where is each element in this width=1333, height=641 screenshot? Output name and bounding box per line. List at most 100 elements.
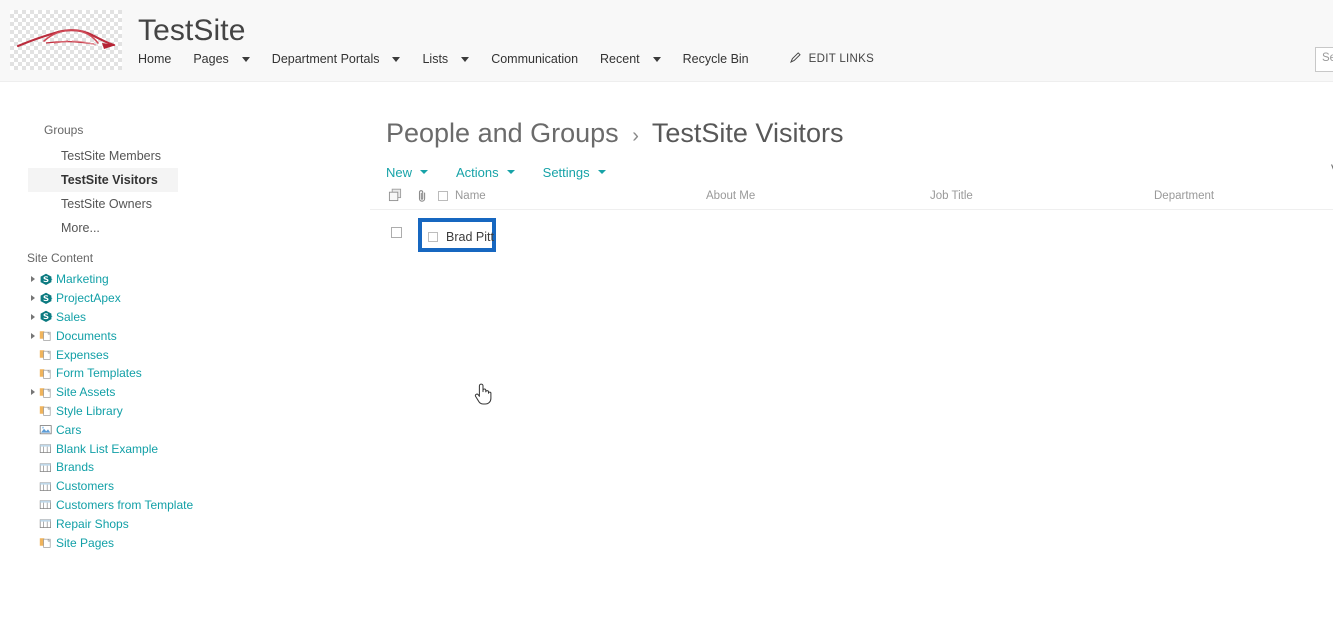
tree-item-label: Cars	[56, 422, 82, 437]
tree-item-label: Brands	[56, 460, 95, 475]
nav-item-recent[interactable]: Recent	[600, 52, 661, 66]
site-title: TestSite	[138, 14, 246, 47]
tree-item-projectapex[interactable]: ProjectApex	[27, 289, 357, 308]
nav-label: Recent	[600, 52, 640, 66]
nav-label: Communication	[491, 52, 579, 66]
list-icon	[39, 480, 55, 493]
edit-links-button[interactable]: EDIT LINKS	[789, 51, 874, 67]
sidebar-item-testsite-members[interactable]: TestSite Members	[28, 144, 178, 168]
select-all-icon[interactable]	[388, 188, 403, 206]
tree-item-cars[interactable]: Cars	[27, 420, 357, 439]
command-label: New	[386, 164, 413, 180]
groups-heading: Groups	[44, 123, 84, 137]
tree-item-documents[interactable]: Documents	[27, 326, 357, 345]
tree-item-brands[interactable]: Brands	[27, 458, 357, 477]
picture-library-icon	[39, 423, 55, 436]
main-content: People and Groups › TestSite Visitors Ne…	[370, 82, 1333, 641]
tree-item-form-templates[interactable]: Form Templates	[27, 364, 357, 383]
sharepoint-site-icon	[39, 273, 55, 286]
tree-item-customers-from-template[interactable]: Customers from Template	[27, 496, 357, 515]
page-title: People and Groups › TestSite Visitors	[386, 118, 843, 149]
command-label: Settings	[542, 164, 590, 180]
tree-item-sales[interactable]: Sales	[27, 308, 357, 327]
actions-menu-button[interactable]: Actions	[456, 165, 515, 180]
site-header: TestSite Home Pages Department Portals L…	[0, 0, 1333, 82]
tree-item-label: Repair Shops	[56, 516, 129, 531]
top-navigation: Home Pages Department Portals Lists Comm…	[138, 48, 874, 70]
sidebar-item-testsite-visitors[interactable]: TestSite Visitors	[28, 168, 178, 192]
breadcrumb-root[interactable]: People and Groups	[386, 118, 619, 148]
site-logo	[10, 10, 122, 70]
chevron-down-icon[interactable]	[392, 56, 401, 62]
car-silhouette-logo	[16, 29, 116, 49]
list-header-row: Name About Me Job Title Department	[370, 186, 1333, 210]
column-header-department[interactable]: Department	[1154, 190, 1214, 202]
tree-item-label: Form Templates	[56, 366, 142, 381]
document-library-icon	[39, 367, 55, 380]
expand-triangle-icon[interactable]	[27, 389, 39, 396]
nav-label: Home	[138, 52, 172, 66]
column-header-name[interactable]: Name	[438, 190, 486, 202]
expand-triangle-icon[interactable]	[27, 295, 39, 302]
people-list: Name About Me Job Title Department Brad …	[370, 186, 1333, 252]
tree-item-label: Site Pages	[56, 535, 115, 550]
chevron-down-icon[interactable]	[652, 56, 661, 62]
nav-label: Pages	[193, 52, 229, 66]
settings-menu-button[interactable]: Settings	[543, 165, 606, 180]
group-item-label: TestSite Members	[61, 149, 162, 163]
tree-item-customers[interactable]: Customers	[27, 477, 357, 496]
tree-item-label: Sales	[56, 309, 87, 324]
document-library-icon	[39, 348, 55, 361]
sharepoint-site-icon	[39, 310, 55, 323]
nav-item-lists[interactable]: Lists	[422, 52, 470, 66]
nav-item-home[interactable]: Home	[138, 52, 171, 66]
nav-item-communication[interactable]: Communication	[491, 52, 578, 66]
site-content-heading: Site Content	[27, 251, 94, 265]
chevron-down-icon[interactable]	[506, 170, 515, 174]
column-header-about-me[interactable]: About Me	[706, 190, 755, 202]
edit-links-label: EDIT LINKS	[808, 53, 875, 65]
tree-item-blank-list-example[interactable]: Blank List Example	[27, 439, 357, 458]
row-select-checkbox[interactable]	[391, 227, 402, 238]
paperclip-icon[interactable]	[417, 189, 428, 206]
group-item-label: More...	[61, 221, 100, 235]
column-header-job-title[interactable]: Job Title	[930, 190, 973, 202]
list-icon	[39, 442, 55, 455]
command-bar: New Actions Settings	[386, 162, 634, 182]
tree-item-style-library[interactable]: Style Library	[27, 402, 357, 421]
expand-triangle-icon[interactable]	[27, 313, 39, 320]
name-checkbox[interactable]	[428, 232, 438, 242]
sidebar-item-more[interactable]: More...	[28, 216, 178, 240]
nav-item-pages[interactable]: Pages	[193, 52, 250, 66]
search-input[interactable]: Se	[1315, 47, 1333, 72]
table-row[interactable]: Brad Pitt	[370, 210, 1333, 252]
expand-triangle-icon[interactable]	[27, 276, 39, 283]
chevron-down-icon[interactable]	[420, 170, 429, 174]
chevron-down-icon[interactable]	[241, 56, 250, 62]
expand-triangle-icon[interactable]	[27, 332, 39, 339]
sidebar-item-testsite-owners[interactable]: TestSite Owners	[28, 192, 178, 216]
document-library-icon	[39, 536, 55, 549]
list-icon	[39, 498, 55, 511]
nav-label: Recycle Bin	[682, 52, 749, 66]
chevron-down-icon[interactable]	[461, 56, 470, 62]
chevron-down-icon[interactable]	[597, 170, 606, 174]
tree-item-site-pages[interactable]: Site Pages	[27, 533, 357, 552]
tree-item-label: Style Library	[56, 403, 123, 418]
column-header-label: Name	[455, 190, 486, 202]
list-icon	[39, 517, 55, 530]
new-menu-button[interactable]: New	[386, 164, 429, 180]
tree-item-expenses[interactable]: Expenses	[27, 345, 357, 364]
tree-item-label: Customers	[56, 479, 115, 494]
tree-item-repair-shops[interactable]: Repair Shops	[27, 514, 357, 533]
tree-item-label: Marketing	[56, 272, 109, 287]
tree-item-marketing[interactable]: Marketing	[27, 270, 357, 289]
document-library-icon	[39, 329, 55, 342]
nav-item-recycle-bin[interactable]: Recycle Bin	[683, 52, 749, 66]
sharepoint-site-icon	[39, 292, 55, 305]
nav-item-department-portals[interactable]: Department Portals	[272, 52, 401, 66]
tree-item-label: Site Assets	[56, 385, 116, 400]
select-all-checkbox[interactable]	[438, 191, 448, 201]
cell-name[interactable]: Brad Pitt	[428, 230, 494, 244]
tree-item-site-assets[interactable]: Site Assets	[27, 383, 357, 402]
